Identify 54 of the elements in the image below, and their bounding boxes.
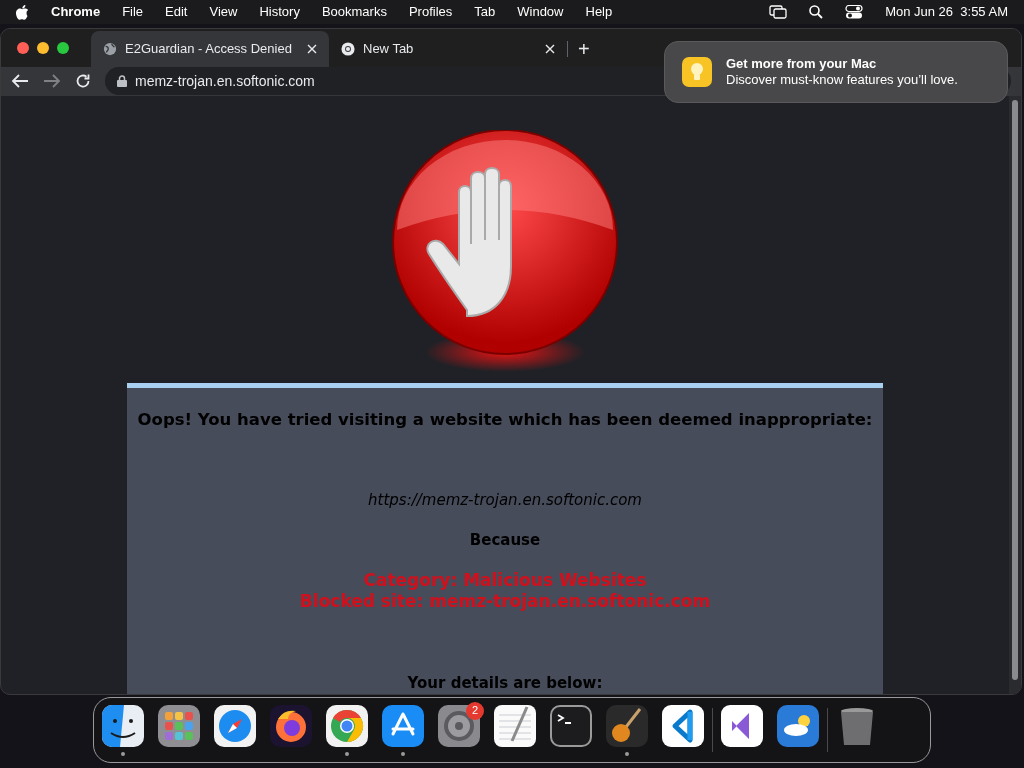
browser-tab[interactable]: E2Guardian - Access Denied <box>91 30 329 67</box>
search-icon[interactable] <box>809 5 824 19</box>
tab-title: New Tab <box>363 40 415 59</box>
forward-arrow-icon[interactable] <box>43 73 61 90</box>
menu-item[interactable]: View <box>209 2 238 22</box>
menu-item[interactable]: Profiles <box>408 2 453 22</box>
notification-body: Discover must-know features you’ll love. <box>726 72 958 88</box>
reason-text: Category: Malicious Websites <box>363 569 647 591</box>
details-heading: Your details are below: <box>407 672 603 694</box>
tab-title: E2Guardian - Access Denied <box>125 40 293 59</box>
menu-item[interactable]: Bookmarks <box>321 2 387 22</box>
chrome-icon <box>341 41 355 56</box>
screen-mirroring-icon[interactable] <box>769 5 788 19</box>
heading: Oops! You have tried visiting a website which has been deemed inappropriate: <box>137 408 873 431</box>
close-icon[interactable] <box>545 43 555 54</box>
app-store-icon[interactable] <box>382 704 424 747</box>
compass-icon[interactable] <box>214 704 256 747</box>
browser-tab[interactable]: New Tab <box>329 30 567 67</box>
back-arrow-icon[interactable] <box>11 73 29 90</box>
finder-icon[interactable] <box>102 704 144 747</box>
lock-icon <box>117 75 127 88</box>
globe-icon <box>103 41 117 56</box>
apple-icon[interactable] <box>16 4 29 20</box>
guitar-icon[interactable] <box>606 704 648 747</box>
menu-item[interactable]: Edit <box>165 2 188 22</box>
lightbulb-icon <box>682 57 712 87</box>
menu-item[interactable]: Help <box>585 2 613 22</box>
minimize-window-button[interactable] <box>37 41 49 54</box>
menu-item[interactable]: Tab <box>474 2 496 22</box>
gear-icon[interactable] <box>438 704 480 747</box>
reload-icon[interactable] <box>75 73 91 90</box>
new-tab-button[interactable]: + <box>568 30 600 67</box>
code-editor-icon[interactable] <box>662 704 704 747</box>
because-label: Because <box>469 530 541 551</box>
terminal-icon[interactable] <box>550 704 592 747</box>
app-grid-icon[interactable] <box>158 704 200 747</box>
blocked-url: https://memz-trojan.en.softonic.com <box>368 489 642 511</box>
reason-text: Blocked site: memz-trojan.en.softonic.com <box>299 590 711 612</box>
close-icon[interactable] <box>307 43 317 54</box>
app-menu[interactable]: Chrome <box>51 2 101 22</box>
notification-count: 2 <box>466 701 484 720</box>
chrome-icon[interactable] <box>326 704 368 747</box>
menu-item[interactable]: Window <box>517 2 564 22</box>
notification[interactable]: Get more from your Mac Discover must-know features you’ll love. <box>664 41 1008 103</box>
notepad-icon[interactable] <box>494 704 536 747</box>
url-text: memz-trojan.en.softonic.com <box>135 71 315 91</box>
menu-item[interactable]: History <box>259 2 300 22</box>
menu-item[interactable]: File <box>122 2 144 22</box>
weather-icon[interactable] <box>777 704 819 747</box>
firefox-icon[interactable] <box>270 704 312 747</box>
toggle-icon[interactable] <box>845 5 864 19</box>
clock[interactable]: Mon Jun 26 3:55 AM <box>885 2 1008 22</box>
zoom-window-button[interactable] <box>57 41 69 54</box>
close-window-button[interactable] <box>17 41 29 54</box>
